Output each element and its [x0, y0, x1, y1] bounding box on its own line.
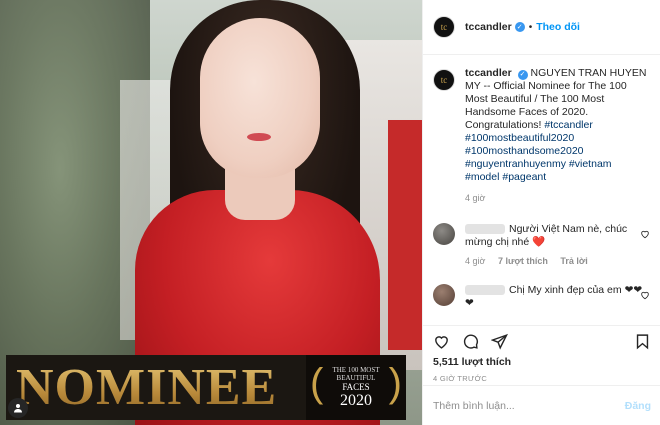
follow-button[interactable]: Theo dõi	[536, 21, 580, 33]
badge-line1: THE 100 MOST	[332, 365, 380, 374]
bookmark-icon[interactable]	[634, 333, 651, 350]
comment-meta: 4 giờ 7 lượt thích Trả lời	[465, 255, 645, 268]
photo-lips	[247, 133, 271, 141]
add-comment-bar: Đăng	[423, 385, 660, 425]
comment-item: Chị My xinh đẹp của em ❤❤❤	[423, 284, 660, 310]
comment-text: Chị My xinh đẹp của em	[509, 284, 622, 296]
caption: tccandler ✓ NGUYEN TRAN HUYEN MY -- Offi…	[465, 67, 650, 205]
reply-button[interactable]: Trả lời	[560, 256, 587, 266]
comment-body: Chị My xinh đẹp của em ❤❤❤	[465, 284, 645, 310]
likes-count[interactable]: 5,511 lượt thích	[433, 356, 651, 368]
comment-body: Người Việt Nam nè, chúc mừng chị nhé ❤️ …	[465, 223, 645, 268]
hashtag-link[interactable]: #tccandler	[544, 119, 592, 131]
comment-item: Người Việt Nam nè, chúc mừng chị nhé ❤️ …	[423, 223, 660, 268]
action-icons	[433, 328, 651, 354]
like-comment-heart-icon[interactable]	[640, 290, 650, 300]
user-tag-icon[interactable]	[8, 398, 28, 418]
post-photo[interactable]: NOMINEE ( ) THE 100 MOST BEAUTIFUL FACES…	[0, 0, 422, 425]
laurel-right-icon: )	[388, 361, 402, 405]
nominee-text: NOMINEE	[6, 358, 306, 417]
author-username[interactable]: tccandler	[465, 21, 512, 33]
posted-time: 4 GIỜ TRƯỚC	[433, 374, 488, 383]
photo-red-banner	[388, 120, 422, 350]
verified-icon: ✓	[514, 22, 525, 32]
caption-username[interactable]: tccandler	[465, 67, 512, 79]
commenter-username-blurred[interactable]	[465, 224, 505, 235]
comment-bubble-icon[interactable]	[462, 333, 479, 350]
like-comment-heart-icon[interactable]	[640, 229, 650, 239]
caption-avatar[interactable]: tc	[433, 69, 455, 91]
comment-time: 4 giờ	[465, 256, 486, 266]
nominee-banner: NOMINEE ( ) THE 100 MOST BEAUTIFUL FACES…	[6, 355, 406, 420]
badge-line3: FACES	[342, 381, 370, 392]
post-header: tc tccandler ✓ • Theo dõi	[423, 0, 660, 55]
comment-likes[interactable]: 7 lượt thích	[498, 256, 548, 266]
like-heart-icon[interactable]	[433, 333, 450, 350]
post-sidebar: tc tccandler ✓ • Theo dõi tc tccandler ✓…	[422, 0, 660, 425]
commenter-username-blurred[interactable]	[465, 285, 505, 296]
caption-time: 4 giờ	[465, 193, 486, 203]
commenter-avatar[interactable]	[433, 284, 455, 306]
badge-year: 2020	[340, 391, 372, 409]
hashtag-link[interactable]: #model	[465, 171, 499, 183]
beautiful-faces-badge: ( ) THE 100 MOST BEAUTIFUL FACES 2020	[306, 355, 406, 420]
hashtag-link[interactable]: #100mosthandsome2020	[465, 145, 584, 157]
hashtag-link[interactable]: #nguyentranhuyenmy	[465, 158, 566, 170]
hashtag-link[interactable]: #pageant	[502, 171, 546, 183]
post-comment-button[interactable]: Đăng	[625, 400, 651, 412]
share-send-icon[interactable]	[491, 333, 508, 350]
comment-input[interactable]	[433, 399, 625, 412]
hashtag-link[interactable]: #100mostbeautiful2020	[465, 132, 574, 144]
hashtag-link[interactable]: #vietnam	[569, 158, 612, 170]
photo-face	[200, 18, 320, 178]
caption-block: tc tccandler ✓ NGUYEN TRAN HUYEN MY -- O…	[423, 55, 660, 205]
separator-dot: •	[528, 21, 533, 33]
laurel-left-icon: (	[310, 361, 324, 405]
red-heart-emoji: ❤️	[532, 236, 546, 248]
commenter-avatar[interactable]	[433, 223, 455, 245]
author-avatar[interactable]: tc	[433, 16, 455, 38]
badge-line2: BEAUTIFUL	[336, 373, 376, 382]
verified-icon: ✓	[517, 69, 528, 80]
